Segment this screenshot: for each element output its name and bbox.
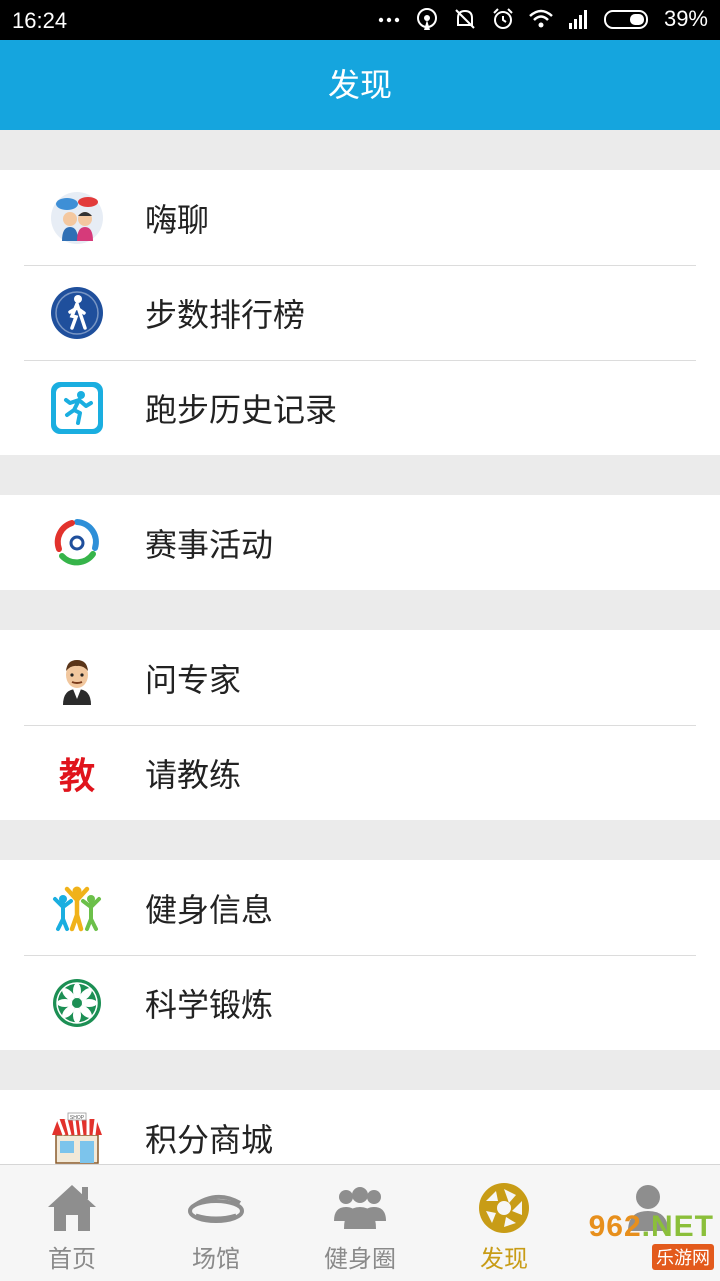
tab-discover[interactable]: 发现 <box>432 1165 576 1281</box>
menu-item-events[interactable]: 赛事活动 <box>0 495 720 590</box>
section-gap <box>0 590 720 630</box>
status-bar: 16:24 39% <box>0 0 720 40</box>
menu-item-label: 请教练 <box>145 755 242 794</box>
menu-group-shop: SHOP 积分商城 <box>0 1090 720 1164</box>
shop-sign: SHOP <box>70 1115 85 1121</box>
menu-group-advice: 问专家 教 请教练 <box>0 630 720 820</box>
expert-icon <box>50 651 104 705</box>
wifi-icon <box>529 9 553 28</box>
coach-icon: 教 <box>50 746 104 800</box>
watermark-site: 乐游网 <box>652 1244 714 1270</box>
watermark-number: 962 <box>588 1210 642 1243</box>
menu-item-label: 科学锻炼 <box>145 985 274 1024</box>
menu-item-label: 问专家 <box>145 660 242 699</box>
watermark: 962.NET 乐游网 <box>589 1210 714 1270</box>
signal-icon <box>568 10 587 29</box>
page-title: 发现 <box>327 66 392 104</box>
battery-icon <box>603 10 648 29</box>
group-icon <box>334 1187 386 1229</box>
menu-item-science-exercise[interactable]: 科学锻炼 <box>0 955 720 1050</box>
section-gap <box>0 455 720 495</box>
menu-item-step-ranking[interactable]: 步数排行榜 <box>0 265 720 360</box>
menu-item-run-history[interactable]: 跑步历史记录 <box>0 360 720 455</box>
hotspot-icon <box>416 8 437 30</box>
aperture-icon <box>479 1183 529 1233</box>
shop-icon: SHOP <box>50 1111 104 1164</box>
section-gap <box>0 820 720 860</box>
tab-label: 发现 <box>480 1245 528 1273</box>
menu-item-label: 积分商城 <box>145 1120 274 1159</box>
menu-item-ask-expert[interactable]: 问专家 <box>0 630 720 725</box>
tab-home[interactable]: 首页 <box>0 1165 144 1281</box>
watermark-logo: 962.NET <box>589 1210 714 1244</box>
menu-item-fitness-info[interactable]: 健身信息 <box>0 860 720 955</box>
status-icons: 39% <box>376 6 708 32</box>
watermark-domain: .NET <box>641 1210 714 1243</box>
menu-item-chat[interactable]: 嗨聊 <box>0 170 720 265</box>
status-time: 16:24 <box>12 8 68 33</box>
coach-glyph: 教 <box>58 756 95 797</box>
flower-icon <box>50 976 104 1030</box>
tab-label: 首页 <box>48 1245 96 1273</box>
section-gap <box>0 130 720 170</box>
menu-group-social: 嗨聊 步数排行榜 跑步历史记录 <box>0 170 720 455</box>
fitness-people-icon <box>50 881 104 935</box>
mute-bell-icon <box>455 9 475 29</box>
tab-label: 健身圈 <box>324 1245 396 1273</box>
menu-item-points-mall[interactable]: SHOP 积分商城 <box>0 1090 720 1164</box>
menu-item-label: 赛事活动 <box>145 525 274 564</box>
battery-percent: 39% <box>663 6 708 31</box>
menu-group-events: 赛事活动 <box>0 495 720 590</box>
section-gap <box>0 1050 720 1090</box>
home-icon <box>48 1185 96 1231</box>
menu-group-fitness: 健身信息 科学锻炼 <box>0 860 720 1050</box>
menu-item-label: 嗨聊 <box>145 200 210 239</box>
tab-fitness-circle[interactable]: 健身圈 <box>288 1165 432 1281</box>
more-dots-icon <box>378 17 400 23</box>
menu-item-ask-coach[interactable]: 教 请教练 <box>0 725 720 820</box>
menu-item-label: 健身信息 <box>145 890 274 929</box>
discover-list: 嗨聊 步数排行榜 跑步历史记录 赛事活动 问专家 教 请教练 健身信息 科学锻炼… <box>0 130 720 1164</box>
walking-icon <box>50 286 104 340</box>
menu-item-label: 跑步历史记录 <box>145 390 338 429</box>
menu-item-label: 步数排行榜 <box>145 295 306 334</box>
stadium-icon <box>188 1195 244 1223</box>
chat-people-icon <box>50 191 104 245</box>
tab-label: 场馆 <box>192 1245 240 1273</box>
header: 发现 <box>0 40 720 130</box>
alarm-icon <box>493 8 513 29</box>
tab-venues[interactable]: 场馆 <box>144 1165 288 1281</box>
running-icon <box>50 381 104 435</box>
events-icon <box>50 516 104 570</box>
